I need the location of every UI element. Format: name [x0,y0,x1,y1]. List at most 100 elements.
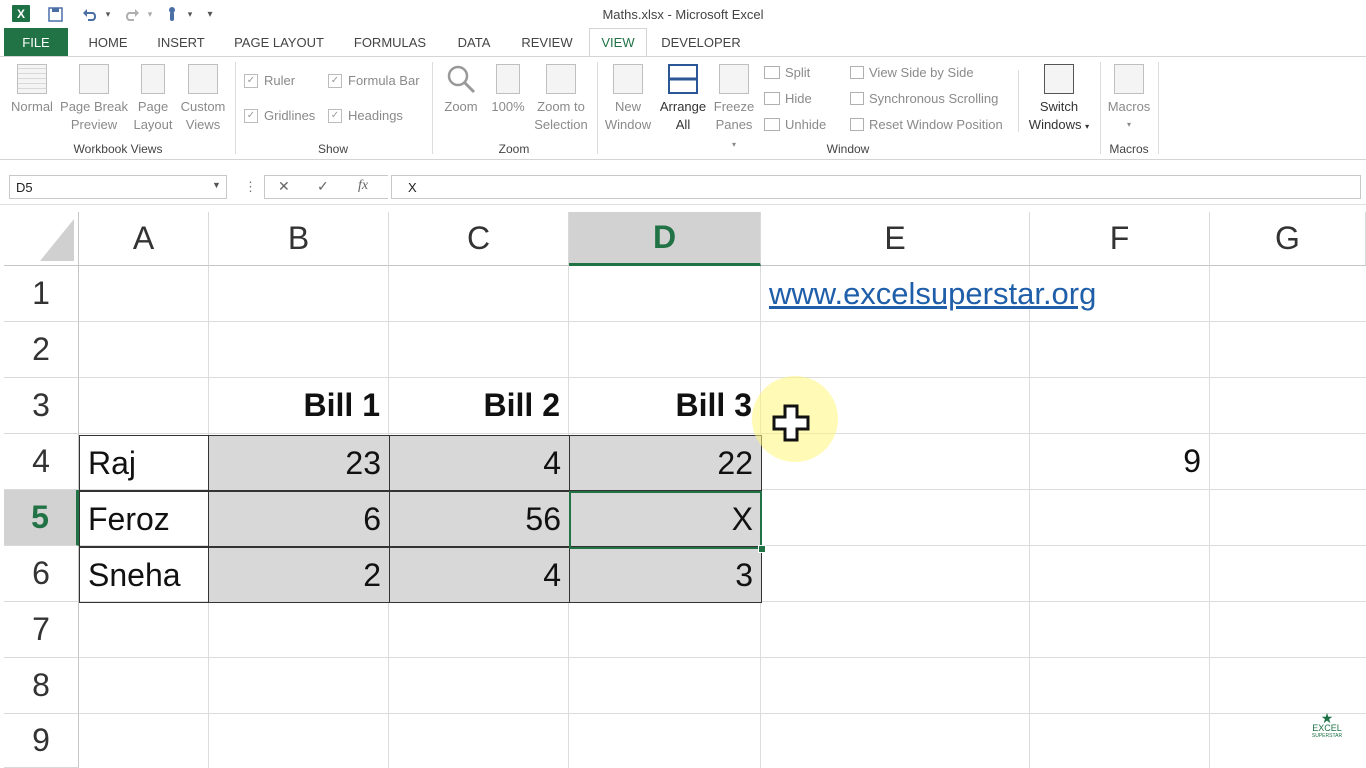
ribbon-separator [1100,62,1101,154]
cancel-icon[interactable]: ✕ [278,178,290,195]
synchronous-scrolling-button[interactable]: Synchronous Scrolling [850,91,998,106]
cell-b6[interactable]: 2 [208,547,390,603]
tab-page-layout[interactable]: PAGE LAYOUT [226,28,332,56]
side-by-side-label: View Side by Side [869,65,974,80]
tab-developer[interactable]: DEVELOPER [656,28,746,56]
cell-d3[interactable]: Bill 3 [569,378,761,434]
row-header-1[interactable]: 1 [4,266,79,322]
custom-views-button[interactable]: Custom Views [178,64,228,134]
column-header-b[interactable]: B [209,212,389,266]
cell-c5[interactable]: 56 [389,491,570,547]
cell-d6[interactable]: 3 [569,547,762,603]
cell-b4[interactable]: 23 [208,435,390,491]
chevron-down-icon: ▾ [1085,122,1090,131]
row-header-5[interactable]: 5 [4,490,79,546]
tab-view[interactable]: VIEW [589,28,647,56]
page-layout-view-button[interactable]: Page Layout [132,64,174,134]
column-header-e[interactable]: E [761,212,1030,266]
headings-checkbox[interactable]: ✓ Headings [328,108,403,123]
freeze-panes-button[interactable]: Freeze Panes ▾ [712,64,756,154]
page-layout-label-2: Layout [133,117,173,132]
magnifier-icon [446,64,476,94]
hide-button[interactable]: Hide [764,91,812,106]
checkbox-checked-icon: ✓ [244,108,258,123]
unhide-button[interactable]: Unhide [764,117,826,132]
cell-a5[interactable]: Feroz [79,491,209,547]
star-icon: ★ [1320,710,1334,726]
insert-function-icon[interactable]: fx [358,178,368,194]
column-header-f[interactable]: F [1030,212,1210,266]
reset-window-position-button[interactable]: Reset Window Position [850,117,1003,132]
macros-icon [1114,64,1144,94]
tab-review[interactable]: REVIEW [514,28,580,56]
tab-home[interactable]: HOME [80,28,136,56]
tab-formulas[interactable]: FORMULAS [346,28,434,56]
ruler-checkbox[interactable]: ✓ Ruler [244,73,295,88]
tab-file[interactable]: FILE [4,28,68,56]
fill-handle[interactable] [758,545,766,553]
split-label: Split [785,65,811,80]
show-group-label: Show [317,142,349,156]
new-window-button[interactable]: New Window [602,64,654,134]
zoom-button[interactable]: Zoom [440,64,482,116]
row-header-2[interactable]: 2 [4,322,79,378]
zoom-selection-label-2: Selection [534,117,588,132]
formula-bar-grip-icon[interactable]: ⋮ [244,179,257,195]
row-header-4[interactable]: 4 [4,434,79,490]
cell-b5[interactable]: 6 [208,491,390,547]
normal-view-button[interactable]: Normal [8,64,56,116]
row-header-7[interactable]: 7 [4,602,79,658]
new-window-label-1: New [614,99,641,114]
cell-c6[interactable]: 4 [389,547,570,603]
row-header-6[interactable]: 6 [4,546,79,602]
row-header-3[interactable]: 3 [4,378,79,434]
macros-button[interactable]: Macros ▾ [1104,64,1154,134]
page-break-preview-button[interactable]: Page Break Preview [60,64,128,134]
normal-view-icon [17,64,47,94]
zoom-to-selection-icon [546,64,576,94]
split-button[interactable]: Split [764,65,810,80]
cell-c3[interactable]: Bill 2 [389,378,569,434]
zoom-100-label: 100% [491,99,525,114]
column-header-g[interactable]: G [1210,212,1366,266]
switch-windows-label-2: Windows ▾ [1028,117,1090,132]
row-header-9[interactable]: 9 [4,714,79,768]
cell-e1[interactable]: www.excelsuperstar.org [761,266,1096,322]
formula-input[interactable]: X [391,175,1361,199]
cell-b3[interactable]: Bill 1 [209,378,389,434]
tab-data[interactable]: DATA [448,28,500,56]
chevron-down-icon: ▾ [1126,120,1131,129]
cell-f4[interactable]: 9 [1030,434,1210,490]
excel-superstar-logo: ★ EXCEL SUPERSTAR [1310,710,1344,747]
zoom-100-icon [496,64,520,94]
gridlines-checkbox[interactable]: ✓ Gridlines [244,108,315,123]
column-header-d[interactable]: D [569,212,761,266]
column-header-c[interactable]: C [389,212,569,266]
cell-a4[interactable]: Raj [79,435,209,491]
column-header-a[interactable]: A [79,212,209,266]
window-title: Maths.xlsx - Microsoft Excel [602,7,764,22]
cell-a6[interactable]: Sneha [79,547,209,603]
cell-d4[interactable]: 22 [569,435,762,491]
zoom-label: Zoom [444,99,478,114]
cell-c4[interactable]: 4 [389,435,570,491]
zoom-100-button[interactable]: 100% [488,64,528,116]
ribbon-separator [597,62,598,154]
custom-views-label-2: Views [185,117,221,132]
formula-bar-checkbox[interactable]: ✓ Formula Bar [328,73,420,88]
checkbox-checked-icon: ✓ [244,73,258,88]
freeze-panes-icon [719,64,749,94]
reset-position-label: Reset Window Position [869,117,1003,132]
arrange-all-button[interactable]: Arrange All [656,64,710,134]
tab-insert[interactable]: INSERT [150,28,212,56]
name-box[interactable]: D5 [9,175,227,199]
chevron-down-icon[interactable]: ▼ [212,180,221,190]
view-side-by-side-button[interactable]: View Side by Side [850,65,974,80]
hide-label: Hide [785,91,812,106]
switch-windows-button[interactable]: Switch Windows ▾ [1024,64,1094,136]
ribbon-separator [432,62,433,154]
zoom-to-selection-button[interactable]: Zoom to Selection [532,64,590,134]
new-window-icon [613,64,643,94]
row-header-8[interactable]: 8 [4,658,79,714]
enter-icon[interactable]: ✓ [317,178,329,195]
